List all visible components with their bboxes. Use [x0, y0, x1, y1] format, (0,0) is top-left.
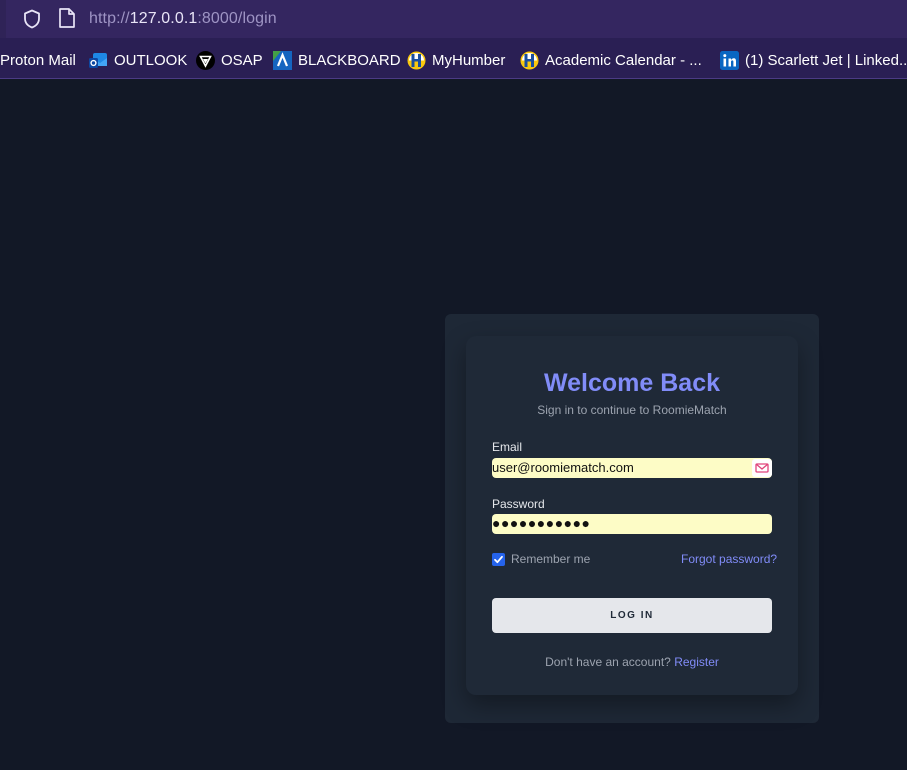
- page-icon[interactable]: [58, 8, 76, 28]
- linkedin-icon: [720, 50, 739, 70]
- bookmark-label: OUTLOOK: [114, 51, 188, 69]
- bookmark-myhumber[interactable]: MyHumber: [407, 50, 505, 70]
- remember-me-checkbox[interactable]: [492, 553, 505, 566]
- bookmark-label: Proton Mail: [0, 51, 76, 69]
- shield-icon[interactable]: [22, 9, 42, 29]
- email-field[interactable]: user@roomiematch.com: [492, 458, 772, 478]
- bookmark-label: BLACKBOARD: [298, 51, 401, 69]
- bookmark-label: OSAP: [221, 51, 263, 69]
- login-button[interactable]: LOG IN: [492, 598, 772, 633]
- bookmark-linkedin[interactable]: (1) Scarlett Jet | Linked...: [720, 50, 907, 70]
- autofill-key-icon[interactable]: [752, 459, 772, 477]
- bookmark-outlook[interactable]: OUTLOOK: [89, 50, 187, 70]
- bookmark-label: MyHumber: [432, 51, 506, 69]
- password-value: ●●●●●●●●●●●: [492, 515, 591, 531]
- browser-address-bar: http://127.0.0.1:8000/login: [0, 0, 907, 38]
- outlook-icon: [89, 52, 107, 68]
- register-prompt: Don't have an account? Register: [466, 655, 798, 669]
- bookmark-academic-calendar[interactable]: Academic Calendar - ...: [520, 50, 702, 70]
- checkmark-icon: [494, 555, 503, 564]
- bookmark-label: Academic Calendar - ...: [545, 51, 702, 69]
- email-label: Email: [492, 440, 523, 454]
- forgot-password-link[interactable]: Forgot password?: [681, 552, 777, 566]
- register-link[interactable]: Register: [674, 655, 719, 669]
- bookmarks-toolbar: Proton Mail OUTLOOK OSAP BLACKBOARD MyHu…: [0, 38, 907, 79]
- remember-me-label[interactable]: Remember me: [511, 552, 590, 566]
- osap-icon: [196, 50, 215, 70]
- page-title: Welcome Back: [543, 369, 720, 397]
- url-field[interactable]: http://127.0.0.1:8000/login: [6, 0, 907, 38]
- register-prompt-text: Don't have an account?: [545, 655, 671, 669]
- humber-icon: [407, 51, 426, 69]
- password-label: Password: [492, 497, 545, 511]
- bookmark-proton-mail[interactable]: Proton Mail: [0, 50, 76, 70]
- bookmark-osap[interactable]: OSAP: [196, 50, 263, 70]
- page-subtitle: Sign in to continue to RoomieMatch: [537, 403, 727, 417]
- url-text[interactable]: http://127.0.0.1:8000/login: [89, 10, 277, 28]
- blackboard-icon: [273, 50, 292, 70]
- bookmark-label: (1) Scarlett Jet | Linked...: [745, 51, 907, 69]
- email-value: user@roomiematch.com: [492, 460, 634, 475]
- password-field[interactable]: ●●●●●●●●●●●: [492, 514, 772, 534]
- humber-icon: [520, 51, 539, 69]
- bookmark-blackboard[interactable]: BLACKBOARD: [273, 50, 401, 70]
